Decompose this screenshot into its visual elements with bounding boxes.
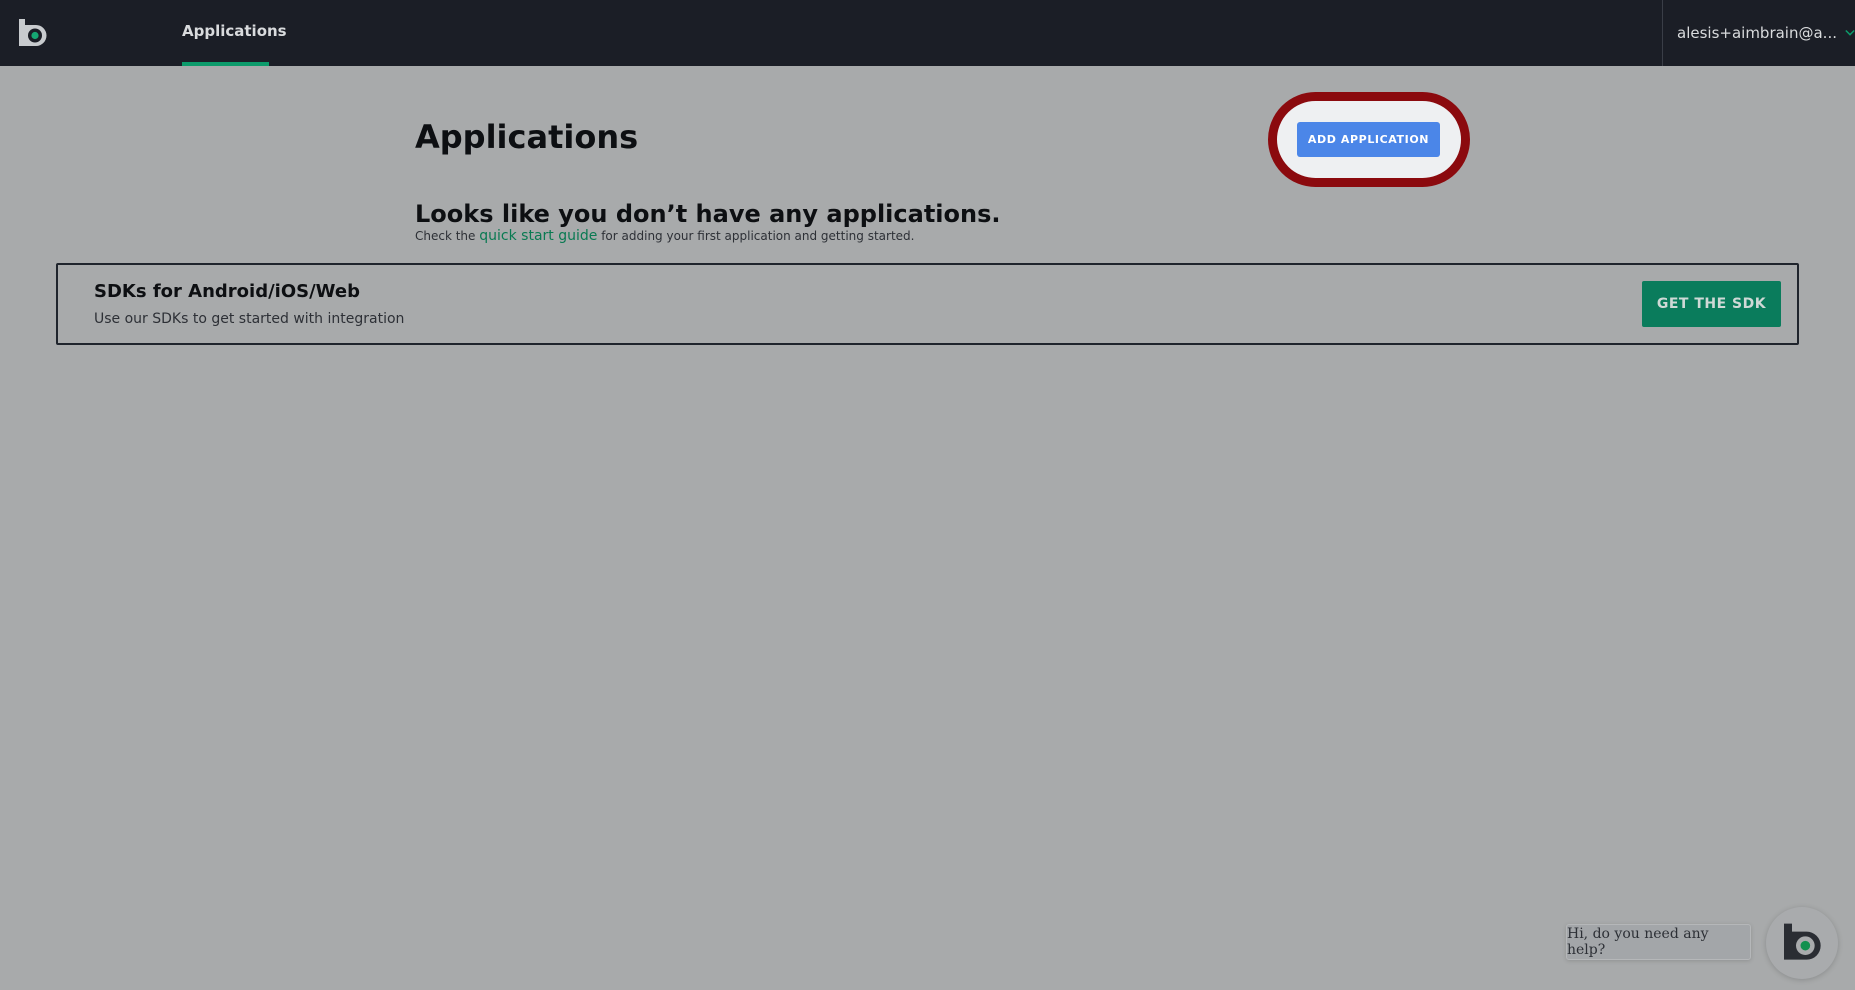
sdk-panel-title: SDKs for Android/iOS/Web	[94, 281, 360, 302]
nav-tab-applications[interactable]: Applications	[182, 0, 287, 66]
help-chat-bubble[interactable]: Hi, do you need any help?	[1566, 924, 1751, 960]
empty-sub-suffix: for adding your first application and ge…	[601, 229, 915, 243]
empty-state-title: Looks like you don’t have any applicatio…	[415, 200, 1001, 228]
sdk-panel: SDKs for Android/iOS/Web Use our SDKs to…	[56, 263, 1799, 345]
user-email: alesis+aimbrain@a...	[1677, 24, 1837, 42]
active-tab-indicator	[182, 62, 269, 66]
empty-sub-prefix: Check the	[415, 229, 476, 243]
sdk-panel-description: Use our SDKs to get started with integra…	[94, 311, 405, 327]
page-title: Applications	[415, 118, 639, 156]
user-account-menu[interactable]: alesis+aimbrain@a...	[1662, 0, 1855, 66]
add-application-button[interactable]: ADD APPLICATION	[1297, 122, 1440, 157]
get-the-sdk-button[interactable]: GET THE SDK	[1642, 281, 1781, 327]
help-chat-launcher[interactable]	[1766, 907, 1838, 979]
quick-start-guide-link[interactable]: quick start guide	[479, 228, 597, 244]
top-navigation-bar: Applications alesis+aimbrain@a...	[0, 0, 1855, 66]
brand-logo-icon[interactable]	[16, 17, 49, 50]
chevron-down-icon	[1845, 29, 1855, 36]
nav-tab-label: Applications	[182, 22, 287, 40]
empty-state-subtitle: Check the quick start guide for adding y…	[415, 228, 914, 244]
brand-logo-icon	[1784, 923, 1821, 960]
help-chat-message: Hi, do you need any help?	[1567, 926, 1709, 958]
